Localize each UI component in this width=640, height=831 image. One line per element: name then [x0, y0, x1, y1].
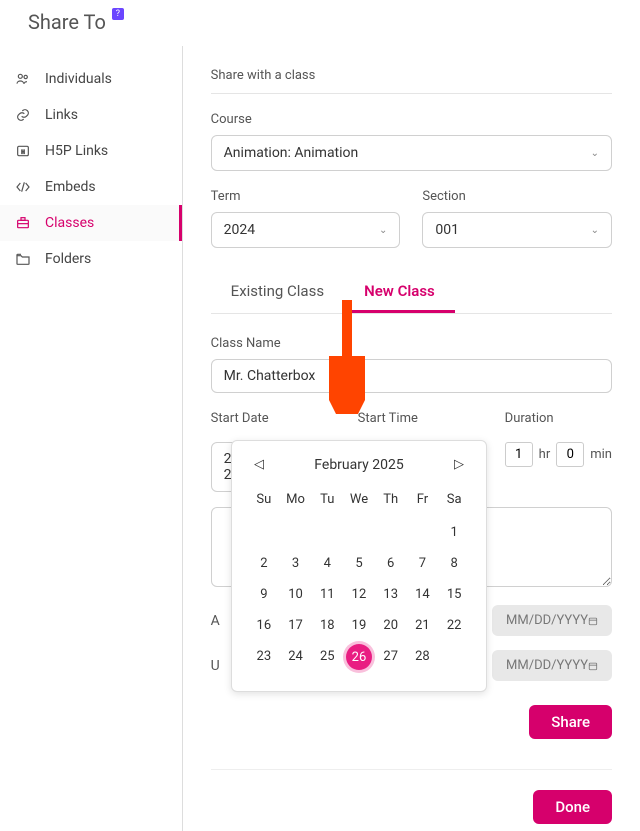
next-month-button[interactable]: ▷ — [448, 455, 470, 474]
sidebar-item-individuals[interactable]: Individuals — [0, 61, 182, 97]
min-unit: min — [590, 447, 612, 462]
calendar-day-28[interactable]: 28 — [407, 641, 439, 673]
section-value: 001 — [435, 222, 459, 238]
class-name-input[interactable] — [211, 359, 612, 393]
people-icon — [15, 71, 31, 87]
avail-until-label: U — [211, 658, 220, 674]
calendar-weekday: Sa — [438, 488, 470, 517]
sidebar-item-label: H5P Links — [45, 143, 108, 159]
chevron-down-icon: ⌄ — [591, 225, 599, 236]
sidebar-item-label: Embeds — [45, 179, 96, 195]
calendar-day-6[interactable]: 6 — [375, 548, 407, 579]
tab-existing-class[interactable]: Existing Class — [211, 272, 344, 313]
course-select[interactable]: Animation: Animation ⌄ — [211, 135, 612, 171]
sidebar-item-classes[interactable]: Classes — [0, 205, 182, 241]
calendar-weekday: We — [343, 488, 375, 517]
calendar-weekday: Su — [248, 488, 280, 517]
calendar-day-26[interactable]: 26 — [346, 644, 372, 670]
calendar-day-1[interactable]: 1 — [438, 517, 470, 548]
sidebar-item-embeds[interactable]: Embeds — [0, 169, 182, 205]
sidebar-item-links[interactable]: Links — [0, 97, 182, 133]
calendar-day-11[interactable]: 11 — [311, 579, 343, 610]
sidebar-item-label: Individuals — [45, 71, 112, 87]
calendar-grid: SuMoTuWeThFrSa12345678910111213141516171… — [248, 488, 470, 673]
avail-from-label: A — [211, 613, 220, 629]
start-date-label: Start Date — [211, 411, 340, 426]
class-tabs: Existing Class New Class — [211, 272, 612, 314]
folder-icon — [15, 251, 31, 267]
section-select[interactable]: 001 ⌄ — [422, 212, 612, 248]
calendar-day-27[interactable]: 27 — [375, 641, 407, 673]
course-label: Course — [211, 112, 612, 127]
page-title: Share To — [28, 10, 106, 34]
calendar-day-25[interactable]: 25 — [311, 641, 343, 673]
calendar-day-14[interactable]: 14 — [407, 579, 439, 610]
duration-min-input[interactable] — [556, 442, 584, 467]
calendar-icon — [588, 659, 598, 673]
course-value: Animation: Animation — [224, 145, 359, 161]
term-select[interactable]: 2024 ⌄ — [211, 212, 401, 248]
calendar-day-3[interactable]: 3 — [280, 548, 312, 579]
dialog-header: Share To ? — [0, 0, 640, 46]
term-value: 2024 — [224, 222, 255, 238]
start-time-label: Start Time — [358, 411, 487, 426]
calendar-day-19[interactable]: 19 — [343, 610, 375, 641]
calendar-day-21[interactable]: 21 — [407, 610, 439, 641]
calendar-weekday: Fr — [407, 488, 439, 517]
link-icon — [15, 107, 31, 123]
code-icon — [15, 179, 31, 195]
class-name-label: Class Name — [211, 336, 612, 351]
date-picker-popup: ◁ February 2025 ▷ SuMoTuWeThFrSa12345678… — [231, 440, 487, 692]
calendar-day-9[interactable]: 9 — [248, 579, 280, 610]
tab-new-class[interactable]: New Class — [344, 272, 455, 313]
section-heading: Share with a class — [211, 68, 612, 94]
sidebar-item-folders[interactable]: Folders — [0, 241, 182, 277]
chevron-down-icon: ⌄ — [379, 225, 387, 236]
calendar-day-24[interactable]: 24 — [280, 641, 312, 673]
sidebar-item-label: Links — [45, 107, 78, 123]
calendar-day-5[interactable]: 5 — [343, 548, 375, 579]
duration-hr-input[interactable] — [505, 442, 533, 467]
section-label: Section — [422, 189, 612, 204]
avail-from-date[interactable]: MM/DD/YYYY — [492, 605, 612, 636]
calendar-month-title: February 2025 — [314, 457, 403, 473]
sidebar-item-h5p-links[interactable]: H H5P Links — [0, 133, 182, 169]
sidebar-item-label: Classes — [45, 215, 94, 231]
h5p-icon: H — [15, 143, 31, 159]
calendar-day-15[interactable]: 15 — [438, 579, 470, 610]
calendar-day-22[interactable]: 22 — [438, 610, 470, 641]
calendar-day-13[interactable]: 13 — [375, 579, 407, 610]
calendar-day-4[interactable]: 4 — [311, 548, 343, 579]
main-panel: Share with a class Course Animation: Ani… — [183, 46, 640, 831]
calendar-weekday: Tu — [311, 488, 343, 517]
chevron-down-icon: ⌄ — [591, 148, 599, 159]
calendar-day-18[interactable]: 18 — [311, 610, 343, 641]
hr-unit: hr — [539, 447, 551, 462]
calendar-day-7[interactable]: 7 — [407, 548, 439, 579]
calendar-day-12[interactable]: 12 — [343, 579, 375, 610]
duration-label: Duration — [505, 411, 612, 426]
svg-text:H: H — [21, 150, 24, 156]
share-button[interactable]: Share — [529, 705, 612, 739]
avail-until-date[interactable]: MM/DD/YYYY — [492, 650, 612, 681]
prev-month-button[interactable]: ◁ — [248, 455, 270, 474]
sidebar: Individuals Links H H5P Links Embeds Classes F… — [0, 46, 183, 831]
calendar-day-10[interactable]: 10 — [280, 579, 312, 610]
term-label: Term — [211, 189, 401, 204]
calendar-weekday: Mo — [280, 488, 312, 517]
calendar-day-2[interactable]: 2 — [248, 548, 280, 579]
calendar-day-23[interactable]: 23 — [248, 641, 280, 673]
calendar-day-16[interactable]: 16 — [248, 610, 280, 641]
done-button[interactable]: Done — [533, 790, 612, 824]
calendar-day-17[interactable]: 17 — [280, 610, 312, 641]
calendar-day-20[interactable]: 20 — [375, 610, 407, 641]
sidebar-item-label: Folders — [45, 251, 91, 267]
class-icon — [15, 215, 31, 231]
calendar-icon — [588, 614, 598, 628]
calendar-weekday: Th — [375, 488, 407, 517]
calendar-day-8[interactable]: 8 — [438, 548, 470, 579]
help-icon[interactable]: ? — [112, 8, 124, 20]
